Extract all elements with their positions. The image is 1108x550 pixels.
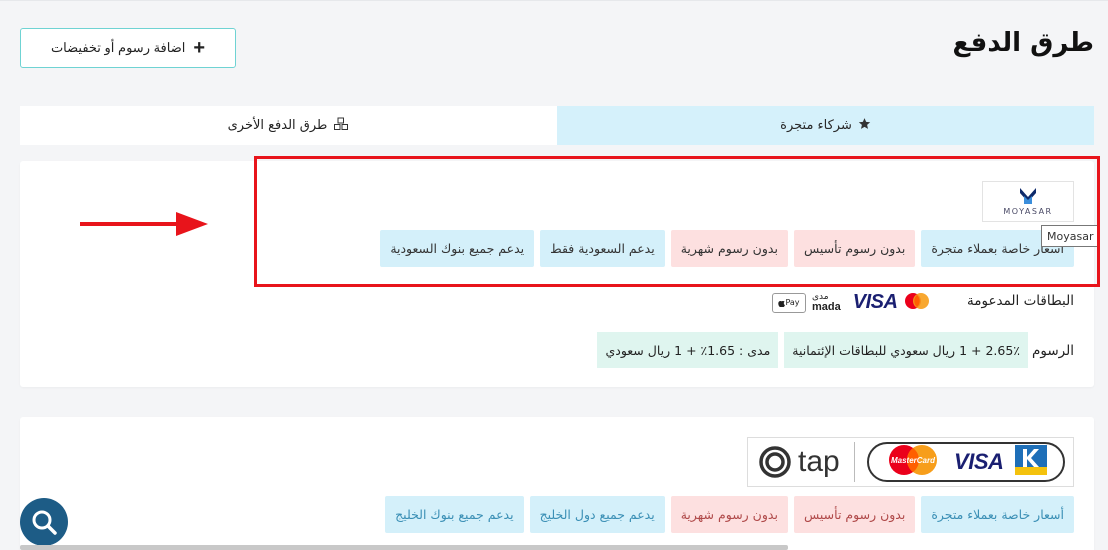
search-icon: [32, 510, 57, 535]
badge-saudi-only: يدعم السعودية فقط: [540, 230, 665, 267]
badge-no-setup-fees: بدون رسوم تأسيس: [793, 496, 916, 533]
mastercard-icon: MasterCard: [884, 444, 942, 480]
apple-pay-icon: Pay: [772, 292, 806, 313]
badge-no-monthly-fees: بدون رسوم شهرية: [670, 496, 788, 533]
tab-matjara-partners[interactable]: شركاء متجرة: [557, 106, 1094, 145]
page-title: طرق الدفع: [952, 28, 1094, 58]
knet-icon: [1014, 445, 1047, 479]
visa-logo: VISA: [852, 291, 898, 313]
payment-tabs: شركاء متجرة طرق الدفع الأخرى: [20, 106, 1094, 145]
supported-cards-label: البطاقات المدعومة: [967, 293, 1074, 309]
badge-no-setup-fees: بدون رسوم تأسيس: [793, 230, 916, 267]
tap-badges: أسعار خاصة بعملاء متجرة بدون رسوم تأسيس …: [385, 496, 1074, 533]
moyasar-logo-text: MOYASAR: [1003, 207, 1053, 216]
badge-all-saudi-banks: يدعم جميع بنوك السعودية: [380, 230, 535, 267]
moyasar-mark-icon: [1020, 188, 1036, 204]
badge-all-gulf-countries: يدعم جميع دول الخليج: [529, 496, 665, 533]
tab-label: شركاء متجرة: [780, 118, 852, 133]
apple-pay-text: Pay: [785, 298, 800, 307]
tab-label: طرق الدفع الأخرى: [227, 118, 328, 133]
moyasar-tooltip: Moyasar: [1041, 225, 1100, 247]
fee-mada: مدى : 1.65٪ + 1 ريال سعودي: [597, 332, 779, 368]
supported-cards-icons: Pay مدى mada VISA: [772, 291, 931, 314]
visa-logo: VISA: [954, 449, 1004, 474]
tap-logo[interactable]: tap MasterCard VISA: [747, 437, 1074, 487]
moyasar-logo[interactable]: MOYASAR: [982, 181, 1074, 222]
top-divider: [0, 0, 1108, 1]
tap-ring-icon: [759, 446, 791, 478]
mada-logo: مدى mada: [812, 292, 841, 313]
search-fab-button[interactable]: [20, 498, 68, 546]
badge-no-monthly-fees: بدون رسوم شهرية: [670, 230, 788, 267]
tap-card-logos: MasterCard VISA: [866, 442, 1065, 482]
moyasar-badges: أسعار خاصة بعملاء متجرة بدون رسوم تأسيس …: [380, 230, 1074, 267]
cubes-icon: [333, 117, 349, 135]
mada-en-text: mada: [812, 300, 841, 313]
add-fees-button[interactable]: + اضافة رسوم أو تخفيضات: [20, 28, 236, 68]
badge-special-prices: أسعار خاصة بعملاء متجرة: [921, 496, 1074, 533]
horizontal-scrollbar[interactable]: [20, 545, 788, 550]
add-fees-label: اضافة رسوم أو تخفيضات: [50, 40, 186, 55]
tab-other-payment-methods[interactable]: طرق الدفع الأخرى: [20, 106, 557, 145]
tap-word: tap: [798, 445, 840, 478]
annotation-arrow-icon: [80, 212, 208, 236]
badge-all-gulf-banks: يدعم جميع بنوك الخليج: [385, 496, 524, 533]
mastercard-text: MasterCard: [891, 456, 936, 465]
fee-credit-cards: 2.65٪ + 1 ريال سعودي للبطاقات الإئتمانية: [784, 332, 1028, 368]
fees-list: 2.65٪ + 1 ريال سعودي للبطاقات الإئتمانية…: [597, 332, 1028, 368]
star-icon: [858, 117, 871, 134]
tap-separator: [853, 442, 855, 482]
fees-label: الرسوم: [1032, 343, 1074, 359]
plus-icon: +: [193, 37, 206, 59]
mastercard-icon: [903, 292, 931, 314]
